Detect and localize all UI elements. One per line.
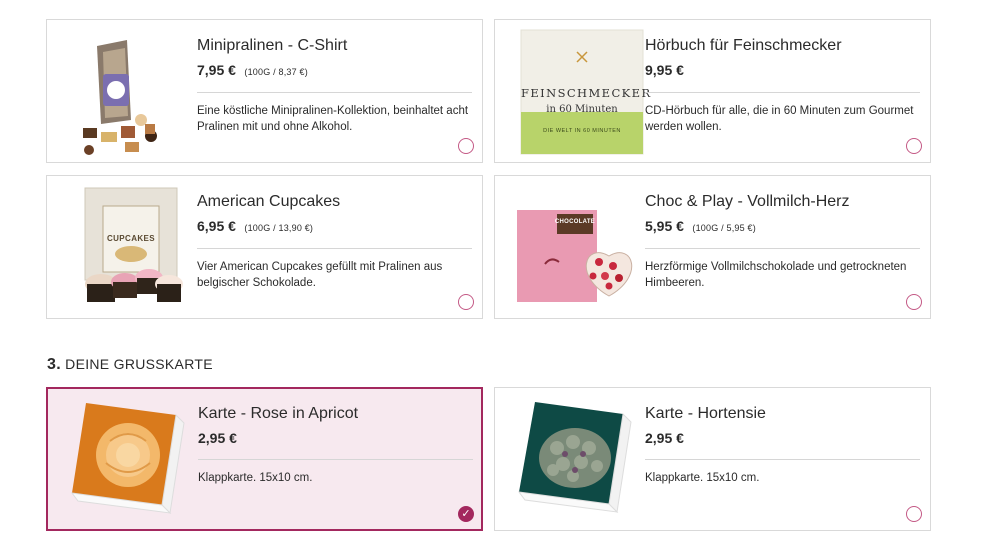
product-card-minipralinen[interactable]: Minipralinen - C-Shirt 7,95 € (100G / 8,… [46,19,483,163]
box-label: CUPCAKES [106,234,156,243]
card-description: Klappkarte. 15x10 cm. [198,472,313,484]
card-price: 2,95 € [198,430,237,446]
product-card-cupcakes[interactable]: CUPCAKES American Cupcakes 6,95 € (100G … [46,175,483,319]
product-description: Eine köstliche Minipralinen-Kollektion, … [197,105,469,133]
product-title: Minipralinen - C-Shirt [197,37,348,54]
hydrangea-card-image [513,396,645,524]
card-title: Karte - Hortensie [645,405,766,422]
product-price: 7,95 € [197,62,236,78]
greeting-card-hortensie[interactable]: Karte - Hortensie 2,95 € Klappkarte. 15x… [494,387,931,531]
pralines-image [65,28,197,156]
product-description: CD-Hörbuch für alle, die in 60 Minuten z… [645,105,914,133]
cupcakes-image: CUPCAKES [65,184,197,312]
select-radio[interactable] [906,294,922,310]
product-title: American Cupcakes [197,193,341,210]
product-price: 5,95 € [645,218,684,234]
unit-price: (100G / 8,37 €) [244,67,308,77]
cover-subtitle: in 60 Minuten [546,104,618,115]
product-card-choc-play[interactable]: CHOCOLATE Choc & Play - Vollmilch-Herz 5… [494,175,931,319]
unit-price: (100G / 13,90 €) [244,223,314,233]
select-radio[interactable] [458,138,474,154]
section-label: DEINE GRUSSKARTE [65,356,213,372]
select-radio[interactable] [906,138,922,154]
chocolate-heart-image: CHOCOLATE [513,184,645,312]
product-price: 6,95 € [197,218,236,234]
product-description: Herzförmige Vollmilchschokolade und getr… [645,261,907,289]
product-description: Vier American Cupcakes gefüllt mit Prali… [197,261,443,289]
box-label: CHOCOLATE [554,219,596,225]
product-price: 9,95 € [645,62,684,78]
select-radio[interactable] [906,506,922,522]
selected-check-icon[interactable]: ✓ [458,506,474,522]
product-title: Hörbuch für Feinschmecker [645,37,842,54]
cover-band: DIE WELT IN 60 MINUTEN [543,128,621,134]
section-heading: 3. DEINE GRUSSKARTE [47,356,213,374]
card-price: 2,95 € [645,430,684,446]
greeting-card-rose[interactable]: Karte - Rose in Apricot 2,95 € Klappkart… [46,387,483,531]
card-description: Klappkarte. 15x10 cm. [645,472,760,484]
product-card-hoerbuch[interactable]: FEINSCHMECKER in 60 Minuten DIE WELT IN … [494,19,931,163]
cover-title: FEINSCHMECKER [521,86,652,100]
card-title: Karte - Rose in Apricot [198,405,359,422]
section-number: 3. [47,356,61,373]
unit-price: (100G / 5,95 €) [692,223,756,233]
product-title: Choc & Play - Vollmilch-Herz [645,193,850,210]
select-radio[interactable] [458,294,474,310]
rose-card-image [66,397,198,525]
audiobook-image: FEINSCHMECKER in 60 Minuten DIE WELT IN … [513,28,652,156]
